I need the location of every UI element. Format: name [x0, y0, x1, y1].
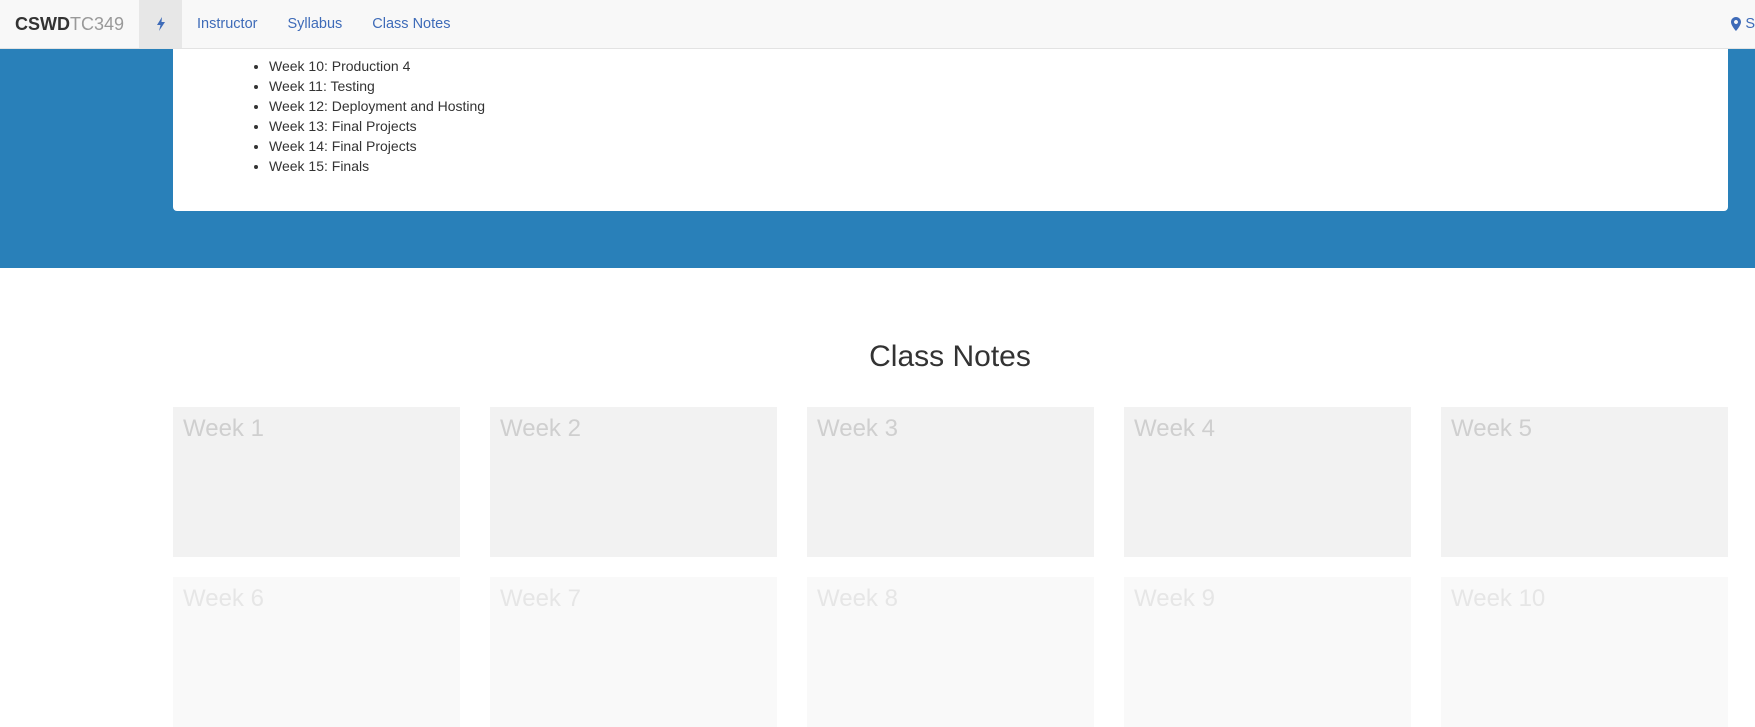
week-card-label: Week 2 — [500, 415, 581, 442]
week-card-label: Week 5 — [1451, 415, 1532, 442]
syllabus-week-item: Week 15: Finals — [269, 156, 1728, 176]
week-card-label: Week 1 — [183, 415, 264, 442]
week-card-3[interactable]: Week 3 — [807, 407, 1094, 557]
week-card-6[interactable]: Week 6 — [173, 577, 460, 727]
map-marker-icon — [1731, 17, 1742, 31]
week-card-label: Week 10 — [1451, 585, 1546, 612]
week-card-4[interactable]: Week 4 — [1124, 407, 1411, 557]
syllabus-week-item: Week 10: Production 4 — [269, 56, 1728, 76]
nav-link-instructor[interactable]: Instructor — [182, 0, 272, 49]
syllabus-week-list: Week 10: Production 4 Week 11: Testing W… — [173, 49, 1728, 176]
nav-link-syllabus[interactable]: Syllabus — [272, 0, 357, 49]
syllabus-week-item: Week 14: Final Projects — [269, 136, 1728, 156]
week-card-label: Week 6 — [183, 585, 264, 612]
week-card-10[interactable]: Week 10 — [1441, 577, 1728, 727]
nav-location-link[interactable]: S — [1731, 0, 1755, 48]
week-card-label: Week 3 — [817, 415, 898, 442]
syllabus-week-item: Week 13: Final Projects — [269, 116, 1728, 136]
week-card-2[interactable]: Week 2 — [490, 407, 777, 557]
week-card-1[interactable]: Week 1 — [173, 407, 460, 557]
week-card-label: Week 8 — [817, 585, 898, 612]
week-card-9[interactable]: Week 9 — [1124, 577, 1411, 727]
week-card-8[interactable]: Week 8 — [807, 577, 1094, 727]
week-card-label: Week 7 — [500, 585, 581, 612]
brand-logo[interactable]: CSWD TC349 — [0, 0, 139, 49]
week-card-label: Week 4 — [1134, 415, 1215, 442]
class-notes-title: Class Notes — [869, 340, 1031, 373]
nav-location-label: S — [1745, 16, 1755, 32]
brand-strong-text: CSWD — [15, 13, 70, 34]
nav-link-class-notes[interactable]: Class Notes — [357, 0, 465, 49]
nav-home-button[interactable] — [139, 0, 183, 48]
week-card-5[interactable]: Week 5 — [1441, 407, 1728, 557]
week-card-label: Week 9 — [1134, 585, 1215, 612]
brand-light-text: TC349 — [70, 13, 125, 34]
top-navbar: CSWD TC349 Instructor Syllabus Class Note… — [0, 0, 1755, 49]
syllabus-card: Week 10: Production 4 Week 11: Testing W… — [173, 49, 1728, 211]
syllabus-week-item: Week 12: Deployment and Hosting — [269, 96, 1728, 116]
syllabus-week-item: Week 11: Testing — [269, 76, 1728, 96]
bolt-icon — [156, 17, 165, 31]
week-card-7[interactable]: Week 7 — [490, 577, 777, 727]
